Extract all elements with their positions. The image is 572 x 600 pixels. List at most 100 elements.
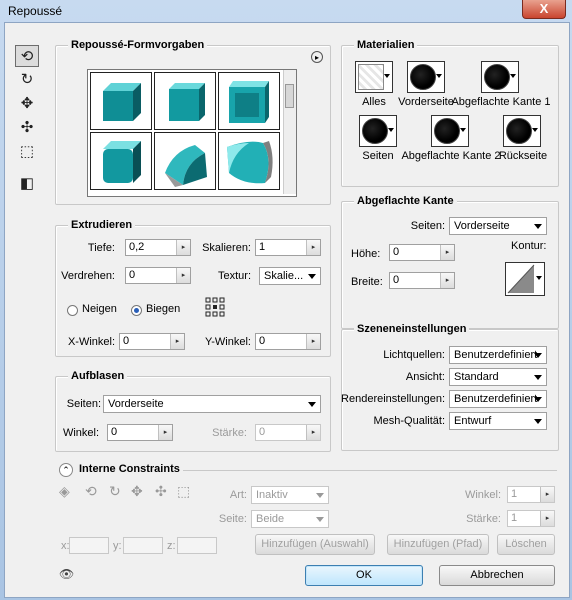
chevron-down-icon <box>316 493 324 498</box>
lights-select[interactable]: Benutzerdefiniert <box>449 346 547 364</box>
preset-cube-3[interactable] <box>218 72 280 130</box>
delete-button: Löschen <box>497 534 555 555</box>
drag-object-icon[interactable]: ✥ <box>15 93 39 115</box>
twist-spin-icon[interactable]: ▸ <box>176 268 190 283</box>
texture-select[interactable]: Skalie... <box>259 267 321 285</box>
twist-value: 0 <box>129 269 136 281</box>
collapse-toggle-icon[interactable]: ⌃ <box>59 463 73 477</box>
mesh-value: Entwurf <box>454 415 492 427</box>
preset-cube-4[interactable] <box>90 132 152 190</box>
material-bevel1-preview <box>484 64 510 90</box>
constraint-roll-icon: ⟲ <box>85 483 97 499</box>
camera-icon[interactable]: ◧ <box>15 173 39 195</box>
chevron-down-icon <box>534 375 542 380</box>
constraint-angle-spin-icon: ▸ <box>540 487 554 502</box>
chevron-down-icon <box>388 128 394 132</box>
radio-neigen-label: Neigen <box>82 303 117 315</box>
constraint-strength-spin-icon: ▸ <box>540 511 554 526</box>
texture-value: Skalie... <box>264 270 304 282</box>
yangle-field[interactable]: 0 ▸ <box>255 333 321 350</box>
material-front-swatch[interactable] <box>407 61 445 93</box>
yangle-label: Y-Winkel: <box>204 336 251 348</box>
add-selection-button: Hinzufügen (Auswahl) <box>255 534 375 555</box>
yangle-spin-icon[interactable]: ▸ <box>306 334 320 349</box>
bevel-sides-select[interactable]: Vorderseite <box>449 217 547 235</box>
radio-biegen[interactable] <box>131 305 142 316</box>
material-front-label: Vorderseite <box>398 96 454 108</box>
cancel-button[interactable]: Abbrechen <box>439 565 555 586</box>
inflate-angle-spin-icon[interactable]: ▸ <box>158 425 172 440</box>
material-back-swatch[interactable] <box>503 115 541 147</box>
presets-scrollbar[interactable] <box>283 70 296 194</box>
scale-object-icon[interactable]: ⬚ <box>15 141 39 163</box>
presets-title: Repoussé-Formvorgaben <box>68 39 208 51</box>
chevron-down-icon <box>308 402 316 407</box>
bevel-height-spin-icon[interactable]: ▸ <box>440 245 454 260</box>
mesh-label: Mesh-Qualität: <box>373 415 445 427</box>
side-value: Beide <box>256 513 285 525</box>
material-bevel2-swatch[interactable] <box>431 115 469 147</box>
inflate-angle-value: 0 <box>111 426 118 438</box>
constraint-drag-icon: ✥ <box>131 483 143 499</box>
bevel-sides-label: Seiten: <box>410 220 445 232</box>
chevron-down-icon <box>308 274 316 279</box>
radio-neigen[interactable] <box>67 305 78 316</box>
preview-toggle-icon[interactable]: 👁 <box>59 567 74 581</box>
inflate-strength-field: 0 ▸ <box>255 424 321 441</box>
y-coord-field <box>123 537 163 554</box>
material-sides-label: Seiten <box>362 150 394 162</box>
material-sides-swatch[interactable] <box>359 115 397 147</box>
yangle-value: 0 <box>259 335 266 347</box>
rotate-object-icon[interactable]: ⟲ <box>15 45 39 67</box>
contour-curve-icon <box>507 264 535 294</box>
twist-field[interactable]: 0 ▸ <box>125 267 191 284</box>
close-button[interactable]: X <box>522 0 566 19</box>
slide-object-icon[interactable]: ✣ <box>15 117 39 139</box>
chevron-down-icon <box>384 74 390 78</box>
preset-bend[interactable] <box>218 132 280 190</box>
inflate-angle-field[interactable]: 0 ▸ <box>107 424 173 441</box>
constraint-strength-value: 1 <box>511 512 518 524</box>
art-label: Art: <box>229 489 247 501</box>
ok-button[interactable]: OK <box>305 565 423 586</box>
preset-cube-1[interactable] <box>90 72 152 130</box>
z-coord-field <box>177 537 217 554</box>
material-all-swatch[interactable] <box>355 61 393 93</box>
roll-object-icon[interactable]: ↻ <box>15 69 39 91</box>
material-all-label: Alles <box>362 96 386 108</box>
mesh-select[interactable]: Entwurf <box>449 412 547 430</box>
bevel-width-field[interactable]: 0 ▸ <box>389 272 455 289</box>
material-bevel2-label: Abgeflachte Kante 2 <box>401 150 501 162</box>
inflate-sides-select[interactable]: Vorderseite <box>103 395 321 413</box>
xangle-spin-icon[interactable]: ▸ <box>170 334 184 349</box>
depth-field[interactable]: 0,2 ▸ <box>125 239 191 256</box>
side-label: Seite: <box>218 513 247 525</box>
material-bevel1-swatch[interactable] <box>481 61 519 93</box>
twist-label: Verdrehen: <box>61 270 115 282</box>
constraint-angle-label: Winkel: <box>464 489 501 501</box>
preset-twist[interactable] <box>154 132 216 190</box>
bevel-width-spin-icon[interactable]: ▸ <box>440 273 454 288</box>
scale-field[interactable]: 1 ▸ <box>255 239 321 256</box>
scrollbar-thumb[interactable] <box>285 84 294 108</box>
scale-spin-icon[interactable]: ▸ <box>306 240 320 255</box>
preset-cube-2[interactable] <box>154 72 216 130</box>
inflate-strength-label: Stärke: <box>212 427 247 439</box>
window-title: Repoussé <box>8 4 63 18</box>
reference-point-grid-icon[interactable] <box>205 297 225 317</box>
inflate-sides-label: Seiten: <box>66 398 101 410</box>
scale-label: Skalieren: <box>202 242 251 254</box>
inflate-angle-label: Winkel: <box>62 427 99 439</box>
render-select[interactable]: Benutzerdefiniert <box>449 390 547 408</box>
contour-picker[interactable] <box>505 262 545 296</box>
bevel-height-field[interactable]: 0 ▸ <box>389 244 455 261</box>
constraint-strength-label: Stärke: <box>466 513 501 525</box>
materials-title: Materialien <box>354 39 418 51</box>
bevel-height-label: Höhe: <box>351 248 381 260</box>
view-select[interactable]: Standard <box>449 368 547 386</box>
depth-spin-icon[interactable]: ▸ <box>176 240 190 255</box>
presets-grid <box>87 69 297 197</box>
view-label: Ansicht: <box>405 371 445 383</box>
xangle-field[interactable]: 0 ▸ <box>119 333 185 350</box>
presets-menu-icon[interactable]: ▸ <box>311 51 323 63</box>
